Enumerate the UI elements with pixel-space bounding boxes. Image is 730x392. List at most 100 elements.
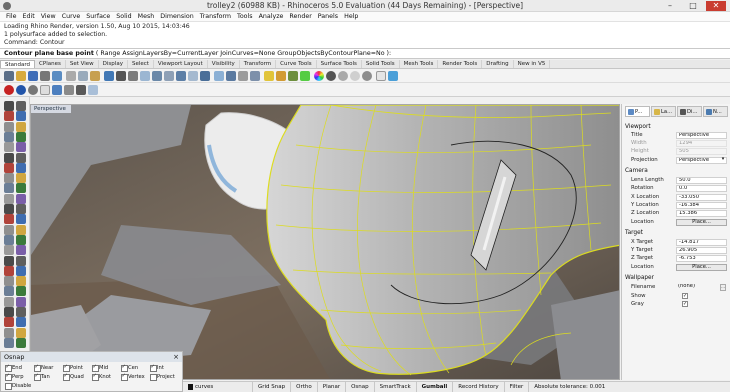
new-file-icon[interactable] — [4, 71, 14, 81]
tool-icon[interactable] — [16, 276, 26, 287]
tab-select[interactable]: Select — [128, 60, 154, 68]
tool-icon[interactable] — [4, 234, 14, 245]
tool-icon[interactable] — [4, 193, 14, 204]
tool-icon[interactable] — [16, 142, 26, 153]
tool-icon[interactable] — [16, 121, 26, 132]
named-views-icon[interactable] — [250, 71, 260, 81]
tool-icon[interactable] — [16, 101, 26, 111]
osnap-toggle[interactable]: Osnap — [346, 382, 375, 392]
tool-icon[interactable] — [4, 317, 14, 328]
tool-icon[interactable] — [4, 142, 14, 153]
layer-selector[interactable]: curves — [183, 382, 253, 392]
tab-layers[interactable]: La... — [651, 106, 676, 117]
tool-icon[interactable] — [4, 286, 14, 297]
tool-icon[interactable] — [4, 173, 14, 184]
tool-icon[interactable] — [16, 173, 26, 184]
tool-icon[interactable] — [4, 307, 14, 317]
menu-surface[interactable]: Surface — [83, 12, 113, 21]
gumball-toggle[interactable]: Gumball — [417, 382, 454, 392]
tool-icon[interactable] — [16, 204, 26, 214]
menu-view[interactable]: View — [38, 12, 59, 21]
tab-render-tools[interactable]: Render Tools — [438, 60, 483, 68]
menu-render[interactable]: Render — [286, 12, 314, 21]
material-icon[interactable] — [362, 71, 372, 81]
tool-icon[interactable] — [4, 265, 14, 276]
tool-icon[interactable] — [4, 111, 14, 122]
undo-view-icon[interactable] — [200, 71, 210, 81]
tool-icon[interactable] — [4, 255, 14, 266]
osnap-perp-checkbox[interactable]: Perp — [5, 373, 24, 381]
tab-cplanes[interactable]: CPlanes — [35, 60, 66, 68]
tool-icon[interactable] — [16, 234, 26, 245]
import-icon[interactable] — [52, 71, 62, 81]
tool-icon[interactable] — [16, 131, 26, 142]
cplane-icon[interactable] — [226, 71, 236, 81]
y-target-field[interactable]: 26.905 — [676, 247, 727, 254]
rotate-view-icon[interactable] — [140, 71, 150, 81]
osnap-quad-checkbox[interactable]: Quad — [63, 373, 84, 381]
tab-properties[interactable]: P... — [625, 106, 650, 117]
tool-icon[interactable] — [16, 286, 26, 297]
close-button[interactable]: ✕ — [706, 1, 726, 11]
four-viewports-icon[interactable] — [214, 71, 224, 81]
render-sphere-icon[interactable] — [338, 71, 348, 81]
target-place-button[interactable]: Place... — [676, 264, 727, 271]
help-icon[interactable] — [388, 71, 398, 81]
menu-transform[interactable]: Transform — [197, 12, 234, 21]
tab-mesh-tools[interactable]: Mesh Tools — [400, 60, 439, 68]
layer-icon[interactable] — [288, 71, 298, 81]
tool-icon[interactable] — [4, 276, 14, 287]
minimize-button[interactable]: – — [660, 1, 680, 11]
tool-icon[interactable] — [4, 204, 14, 214]
grid-icon[interactable] — [238, 71, 248, 81]
tool-icon[interactable] — [4, 337, 14, 348]
menu-file[interactable]: File — [3, 12, 20, 21]
tool-icon[interactable] — [4, 245, 14, 256]
osnap-mid-checkbox[interactable]: Mid — [92, 364, 108, 372]
chevron-down-icon[interactable]: ▾ — [720, 157, 726, 164]
tool-icon[interactable] — [4, 101, 14, 111]
zoom-icon[interactable] — [152, 71, 162, 81]
copy-icon[interactable] — [78, 71, 88, 81]
show-checkbox[interactable]: ✓ — [682, 293, 688, 299]
z-target-field[interactable]: -6.753 — [676, 255, 727, 262]
osnap-int-checkbox[interactable]: Int — [150, 364, 164, 372]
tool-icon[interactable] — [4, 162, 14, 173]
osnap-tan-checkbox[interactable]: Tan — [34, 373, 50, 381]
menu-panels[interactable]: Panels — [315, 12, 341, 21]
osnap-near-checkbox[interactable]: Near — [34, 364, 53, 372]
maximize-button[interactable]: □ — [683, 1, 703, 11]
texture-icon[interactable] — [64, 85, 74, 95]
paste-icon[interactable] — [90, 71, 100, 81]
zoom-window-icon[interactable] — [164, 71, 174, 81]
planar-toggle[interactable]: Planar — [318, 382, 347, 392]
tool-icon[interactable] — [16, 152, 26, 163]
tool-icon[interactable] — [16, 111, 26, 122]
tab-surface-tools[interactable]: Surface Tools — [317, 60, 362, 68]
rendering-options-icon[interactable] — [88, 85, 98, 95]
zoom-extents-icon[interactable] — [176, 71, 186, 81]
menu-tools[interactable]: Tools — [234, 12, 256, 21]
browse-button[interactable]: … — [720, 284, 726, 291]
osnap-end-checkbox[interactable]: End — [5, 364, 22, 372]
tab-viewport-layout[interactable]: Viewport Layout — [154, 60, 208, 68]
tool-icon[interactable] — [16, 183, 26, 194]
menu-dimension[interactable]: Dimension — [157, 12, 196, 21]
save-icon[interactable] — [28, 71, 38, 81]
tab-solid-tools[interactable]: Solid Tools — [362, 60, 400, 68]
lock-objects-icon[interactable] — [276, 71, 286, 81]
menu-curve[interactable]: Curve — [59, 12, 84, 21]
tool-icon[interactable] — [16, 214, 26, 225]
osnap-point-checkbox[interactable]: Point — [63, 364, 83, 372]
tool-icon[interactable] — [4, 131, 14, 142]
osnap-vertex-checkbox[interactable]: Vertex — [121, 373, 145, 381]
tool-icon[interactable] — [4, 152, 14, 163]
menu-help[interactable]: Help — [341, 12, 361, 21]
tool-icon[interactable] — [4, 214, 14, 225]
x-target-field[interactable]: -14.817 — [676, 239, 727, 246]
tool-icon[interactable] — [16, 193, 26, 204]
tab-set-view[interactable]: Set View — [66, 60, 99, 68]
osnap-project-checkbox[interactable]: Project — [150, 374, 175, 381]
menu-mesh[interactable]: Mesh — [135, 12, 158, 21]
tool-icon[interactable] — [4, 121, 14, 132]
